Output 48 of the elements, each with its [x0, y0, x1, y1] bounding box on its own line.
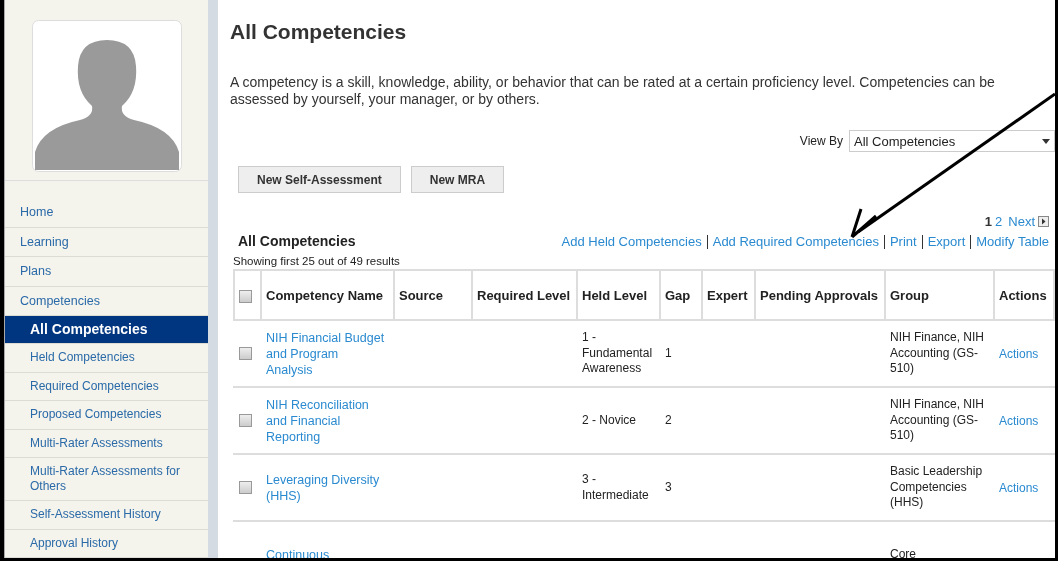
gap-text: 3	[665, 479, 673, 496]
competency-link[interactable]: NIH Reconciliation and Financial Reporting	[266, 396, 386, 445]
gap-text: 2	[665, 412, 673, 429]
row-checkbox[interactable]	[239, 414, 252, 428]
next-link[interactable]: Next	[1008, 214, 1035, 229]
actions-link[interactable]: Actions	[999, 345, 1049, 362]
group-text: NIH Finance, NIH Accounting (GS-510)	[890, 330, 986, 377]
toolbar-link[interactable]: Add Required Competencies	[712, 234, 879, 249]
results-count: Showing first 25 out of 49 results	[233, 255, 401, 267]
action-button[interactable]: New MRA	[410, 166, 505, 193]
toolbar-link[interactable]: Export	[927, 234, 966, 249]
page-title: All Competencies	[230, 20, 408, 44]
sidebar-item[interactable]: All Competencies	[5, 316, 208, 344]
column-header: Pending Approvals	[755, 270, 885, 320]
view-by-dropdown[interactable]: All Competencies	[849, 130, 1055, 152]
group-text: Core	[890, 546, 917, 558]
view-by-label: View By	[799, 134, 843, 148]
competency-link[interactable]: Continuous	[266, 546, 386, 558]
actions-link[interactable]: Actions	[999, 412, 1049, 429]
column-header: Competency Name	[261, 270, 394, 320]
section-title: All Competencies	[238, 233, 356, 249]
column-header: Actions	[994, 270, 1054, 320]
held-level-text: 1 - Fundamental Awareness	[582, 330, 654, 377]
row-checkbox[interactable]	[239, 481, 252, 495]
toolbar-link[interactable]: Print	[889, 234, 917, 249]
competency-link[interactable]: Leveraging Diversity (HHS)	[266, 471, 386, 504]
page-link[interactable]: 1	[984, 214, 993, 229]
page-link[interactable]: 2	[995, 214, 1003, 229]
group-text: NIH Finance, NIH Accounting (GS-510)	[890, 397, 986, 444]
column-header: Group	[885, 270, 994, 320]
description-text: A competency is a skill, knowledge, ability, or behavior that can be rated at a certain proficiency level. Competencies can be assessed by yourself, your manager, or by others.	[230, 74, 996, 108]
column-header: Expert	[702, 270, 755, 320]
actions-link[interactable]: Actions	[999, 479, 1049, 496]
gap-text: 1	[665, 345, 673, 362]
toolbar-link[interactable]: Modify Table	[976, 234, 1049, 249]
action-button[interactable]: New Self-Assessment	[238, 166, 401, 193]
column-header: Held Level	[577, 270, 660, 320]
column-header: Source	[394, 270, 472, 320]
group-text: Basic Leadership Competencies (HHS)	[890, 464, 984, 511]
competency-link[interactable]: NIH Financial Budget and Program Analysis	[266, 329, 386, 378]
column-header: Required Level	[472, 270, 577, 320]
held-level-text: 2 - Novice	[582, 412, 638, 429]
select-all-checkbox[interactable]	[239, 289, 252, 303]
column-header: Gap	[660, 270, 702, 320]
caret-icon	[1042, 138, 1050, 144]
held-level-text: 3 - Intermediate	[582, 472, 650, 503]
toolbar-link[interactable]: Add Held Competencies	[561, 234, 702, 249]
row-checkbox[interactable]	[239, 347, 252, 361]
